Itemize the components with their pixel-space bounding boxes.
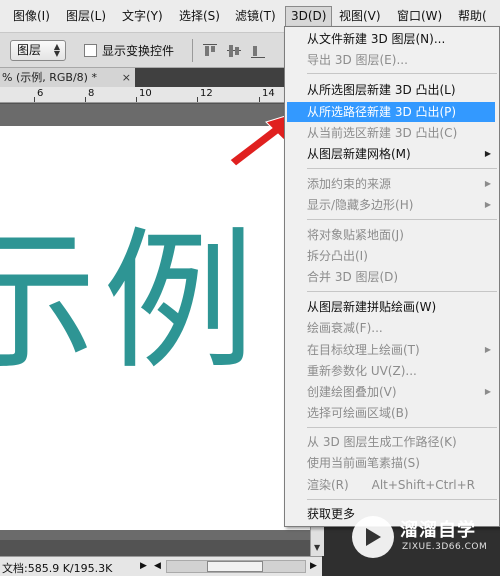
- menu-item-paint-on-target-texture[interactable]: 在目标纹理上绘画(T) ▶: [287, 340, 495, 360]
- close-tab-icon[interactable]: ×: [122, 68, 131, 87]
- menu-separator: [307, 168, 497, 169]
- document-canvas[interactable]: 示例: [0, 126, 312, 530]
- menu-separator: [307, 427, 497, 428]
- watermark-play-icon: [352, 516, 394, 558]
- menu-item-add-constraint-source[interactable]: 添加约束的来源 ▶: [287, 174, 495, 194]
- submenu-arrow-icon: ▶: [484, 149, 491, 158]
- menu-item-extrusion-from-selection[interactable]: 从当前选区新建 3D 凸出(C): [287, 123, 495, 143]
- scroll-down-icon[interactable]: ▼: [314, 543, 320, 552]
- submenu-arrow-icon: ▶: [484, 387, 491, 396]
- horizontal-scroll-thumb[interactable]: [207, 561, 263, 572]
- menu-item-export-3d-layer[interactable]: 导出 3D 图层(E)...: [287, 50, 495, 70]
- status-bar: 文档:585.9 K/195.3K ▶ ◀ ▶: [0, 556, 322, 576]
- menu-item-merge-3d-layers[interactable]: 合并 3D 图层(D): [287, 267, 495, 287]
- submenu-arrow-icon: ▶: [484, 179, 491, 188]
- ruler-tick: [34, 97, 35, 102]
- ruler-number: 6: [37, 88, 44, 99]
- ruler-number: 12: [200, 88, 213, 99]
- ruler-tick: [85, 97, 86, 102]
- menu-3d-dropdown: 从文件新建 3D 图层(N)... 导出 3D 图层(E)... 从所选图层新建…: [284, 26, 500, 527]
- menu-item-new-3d-layer-from-file[interactable]: 从文件新建 3D 图层(N)...: [287, 29, 495, 49]
- horizontal-ruler: 6 8 10 12 14: [0, 87, 290, 103]
- menu-item-work-path-from-3d[interactable]: 从 3D 图层生成工作路径(K): [287, 432, 495, 452]
- ruler-number: 10: [139, 88, 152, 99]
- menu-item-render[interactable]: 渲染(R) Alt+Shift+Ctrl+R: [287, 475, 495, 495]
- menu-layer[interactable]: 图层(L): [61, 6, 111, 27]
- ruler-number: 8: [88, 88, 95, 99]
- watermark-title: 溜溜自学: [400, 520, 476, 541]
- menu-item-mesh-from-layer[interactable]: 从图层新建网格(M) ▶: [287, 144, 495, 164]
- align-bottom-icon[interactable]: [250, 43, 266, 59]
- menu-separator: [307, 291, 497, 292]
- align-vcenter-icon[interactable]: [226, 43, 242, 59]
- options-separator: [192, 39, 193, 62]
- menu-item-paint-falloff[interactable]: 绘画衰减(F)...: [287, 318, 495, 338]
- menu-item-split-extrusion[interactable]: 拆分凸出(I): [287, 246, 495, 266]
- menu-item-extrusion-from-layer[interactable]: 从所选图层新建 3D 凸出(L): [287, 80, 495, 100]
- submenu-arrow-icon: ▶: [484, 345, 491, 354]
- watermark: 溜溜自学 ZIXUE.3D66.COM: [352, 512, 500, 562]
- menu-item-show-hide-polygons[interactable]: 显示/隐藏多边形(H) ▶: [287, 195, 495, 215]
- document-tab-label: % (示例, RGB/8) *: [2, 71, 97, 84]
- menu-3d[interactable]: 3D(D): [285, 6, 333, 27]
- menu-help[interactable]: 帮助(: [453, 6, 492, 27]
- menu-item-extrusion-from-path[interactable]: 从所选路径新建 3D 凸出(P): [287, 102, 495, 122]
- menu-select[interactable]: 选择(S): [174, 6, 225, 27]
- scroll-left-icon[interactable]: ◀: [154, 561, 161, 571]
- menu-image[interactable]: 图像(I): [8, 6, 55, 27]
- ruler-tick: [197, 97, 198, 102]
- menu-window[interactable]: 窗口(W): [392, 6, 447, 27]
- align-top-icon[interactable]: [202, 43, 218, 59]
- menu-filter[interactable]: 滤镜(T): [230, 6, 281, 27]
- show-transform-checkbox[interactable]: [84, 44, 97, 57]
- render-shortcut: Alt+Shift+Ctrl+R: [371, 478, 475, 492]
- menu-item-select-paintable-area[interactable]: 选择可绘画区域(B): [287, 403, 495, 423]
- ruler-number: 14: [262, 88, 275, 99]
- auto-select-dropdown[interactable]: 图层 ▲ ▼: [10, 40, 66, 61]
- ruler-tick: [136, 97, 137, 102]
- menu-separator: [307, 219, 497, 220]
- document-tab[interactable]: % (示例, RGB/8) * ×: [0, 68, 135, 87]
- updown-arrows-icon: ▲ ▼: [53, 42, 60, 58]
- auto-select-value: 图层: [17, 43, 42, 57]
- menu-item-sketch-with-brush[interactable]: 使用当前画笔素描(S): [287, 453, 495, 473]
- menu-item-reparameterize-uv[interactable]: 重新参数化 UV(Z)...: [287, 361, 495, 381]
- watermark-subtitle: ZIXUE.3D66.COM: [402, 542, 488, 552]
- canvas-text-layer[interactable]: 示例: [0, 226, 261, 378]
- menu-separator: [307, 499, 497, 500]
- submenu-arrow-icon: ▶: [484, 200, 491, 209]
- menu-item-snap-to-ground[interactable]: 将对象贴紧地面(J): [287, 225, 495, 245]
- menu-item-create-painting-overlay[interactable]: 创建绘图叠加(V) ▶: [287, 382, 495, 402]
- menu-view[interactable]: 视图(V): [334, 6, 386, 27]
- horizontal-scrollbar[interactable]: [166, 560, 306, 573]
- document-size-status: 文档:585.9 K/195.3K: [2, 562, 113, 575]
- document-tab-bar: % (示例, RGB/8) * ×: [0, 68, 290, 87]
- menu-type[interactable]: 文字(Y): [117, 6, 168, 27]
- menu-item-tiled-painting[interactable]: 从图层新建拼贴绘画(W): [287, 297, 495, 317]
- scroll-right-icon[interactable]: ▶: [310, 561, 317, 571]
- show-transform-label: 显示变换控件: [102, 44, 175, 58]
- status-menu-arrow-icon[interactable]: ▶: [140, 561, 147, 571]
- ruler-tick: [259, 97, 260, 102]
- menu-separator: [307, 73, 497, 74]
